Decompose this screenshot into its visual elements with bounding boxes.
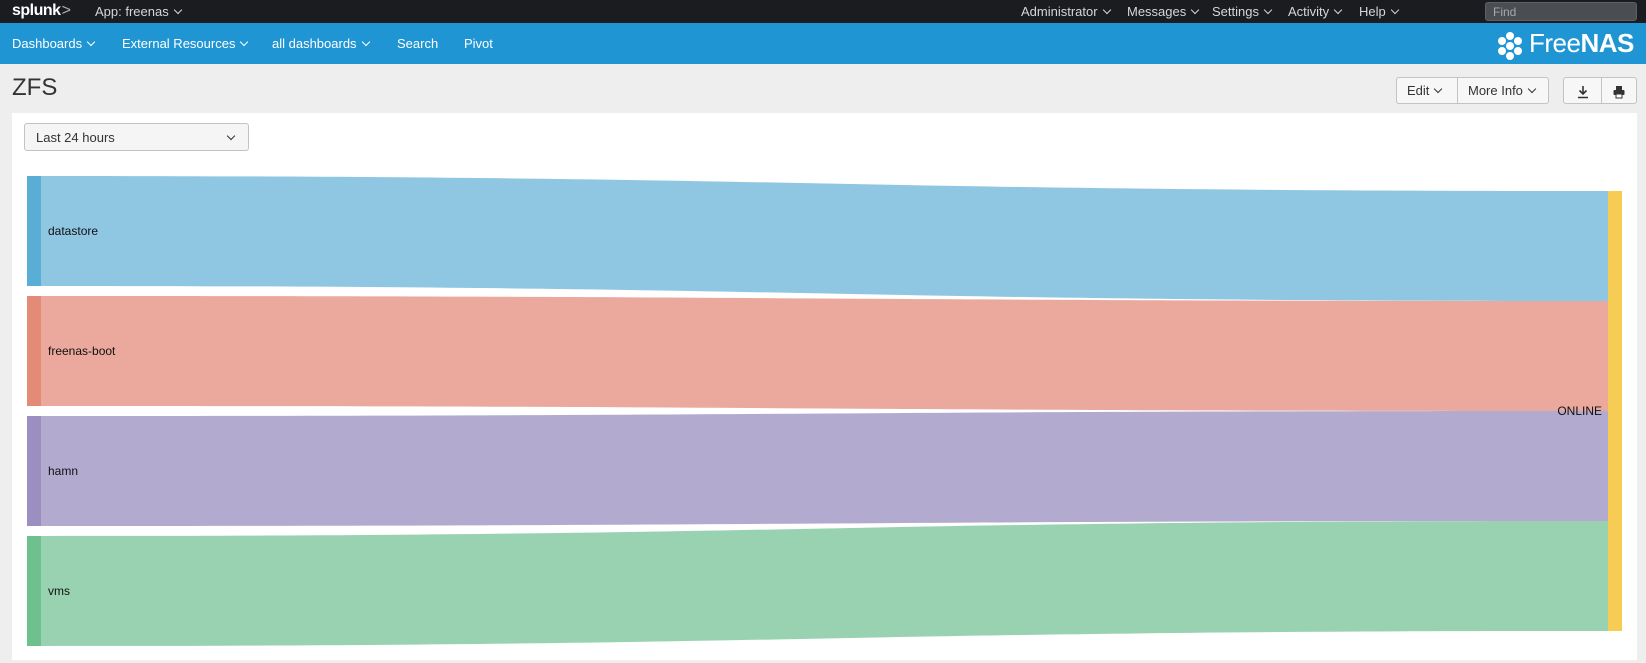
sankey-node-datastore[interactable] — [27, 176, 41, 286]
sankey-node-label: ONLINE — [1557, 404, 1602, 418]
sankey-link-freenas-boot[interactable] — [41, 296, 1608, 411]
sankey-node-online[interactable] — [1608, 191, 1622, 631]
sankey-link-hamn[interactable] — [41, 411, 1608, 526]
sankey-node-freenas-boot[interactable] — [27, 296, 41, 406]
sankey-link-vms[interactable] — [41, 521, 1608, 646]
sankey-node-label: vms — [48, 584, 70, 598]
sankey-node-hamn[interactable] — [27, 416, 41, 526]
sankey-node-label: freenas-boot — [48, 344, 116, 358]
sankey-node-label: datastore — [48, 224, 98, 238]
sankey-node-label: hamn — [48, 464, 78, 478]
sankey-chart: datastore freenas-boot hamn vms ONLINE — [27, 176, 1622, 646]
sankey-node-vms[interactable] — [27, 536, 41, 646]
sankey-link-datastore[interactable] — [41, 176, 1608, 301]
